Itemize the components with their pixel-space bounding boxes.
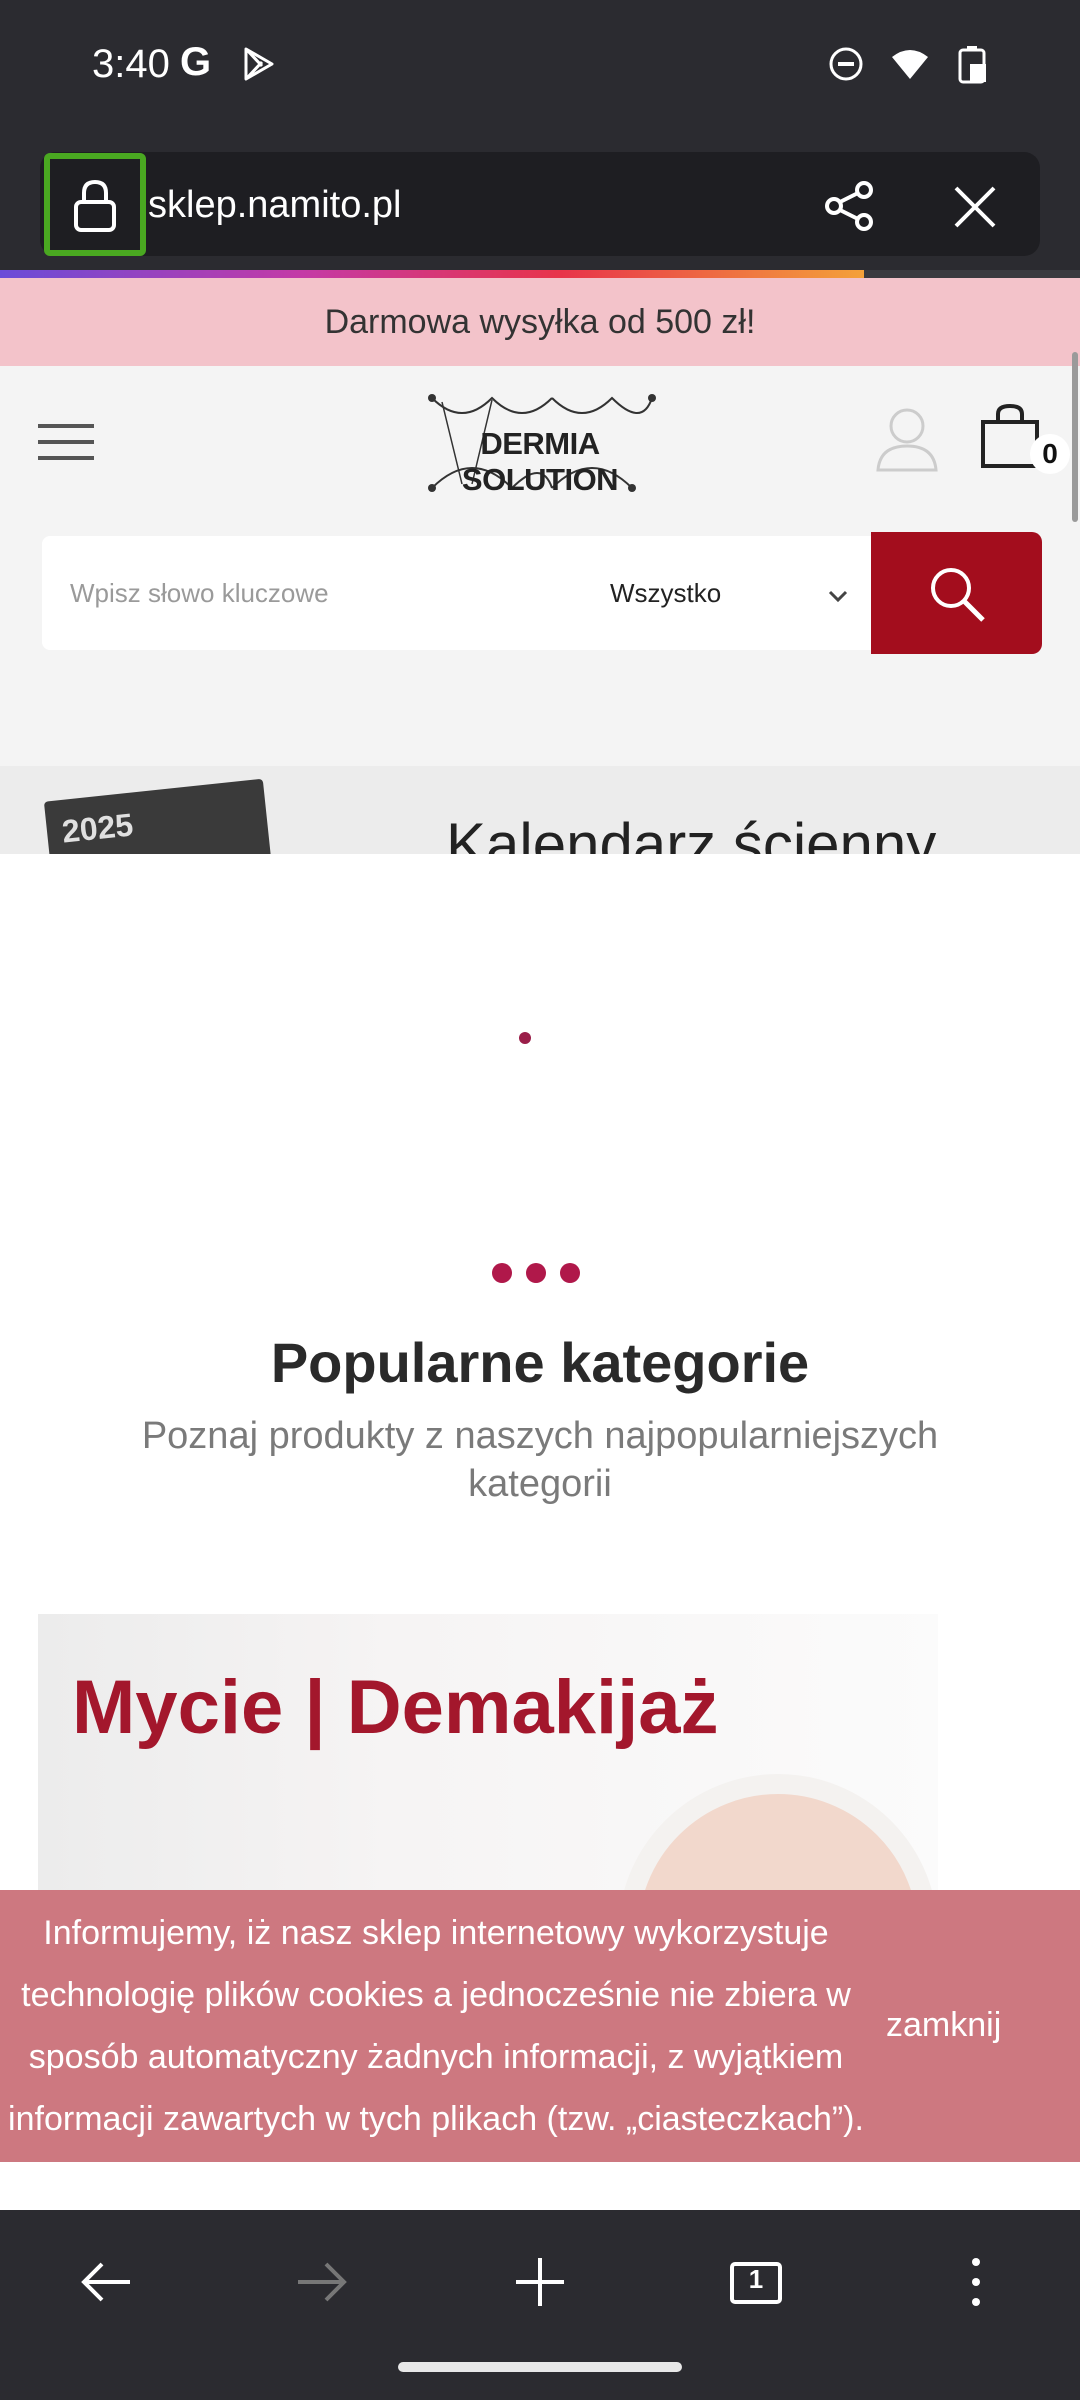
url-text[interactable]: sklep.namito.pl	[148, 184, 401, 227]
tab-count: 1	[748, 2264, 764, 2294]
search-category-select[interactable]: Wszystko	[610, 578, 721, 609]
section-title: Popularne kategorie	[270, 1331, 810, 1394]
battery-icon	[958, 46, 986, 84]
google-icon: G	[180, 40, 212, 84]
category-card-label: Mycie | Demakijaż	[72, 1665, 719, 1750]
site-header: DERMIA SOLUTION 0 Wszystko 2025	[0, 366, 1080, 854]
dot-icon	[492, 1263, 512, 1283]
dot-icon	[560, 1263, 580, 1283]
loading-spinner	[519, 1032, 531, 1044]
cart-count-badge: 0	[1030, 434, 1070, 474]
page-load-progress-track	[864, 270, 1080, 278]
search-button[interactable]	[871, 532, 1042, 654]
lock-icon[interactable]	[70, 178, 120, 234]
logo-text: DERMIA SOLUTION	[461, 426, 619, 497]
user-account-icon[interactable]	[872, 404, 942, 474]
page-scrollbar[interactable]	[1072, 352, 1078, 522]
banner-title: Kalendarz ścienny	[446, 811, 937, 854]
site-logo[interactable]: DERMIA SOLUTION	[402, 388, 678, 498]
more-icon[interactable]	[944, 2250, 1008, 2314]
wifi-icon	[892, 50, 928, 79]
forward-icon[interactable]	[290, 2250, 354, 2314]
promo-banner: Darmowa wysyłka od 500 zł!	[0, 278, 1080, 366]
hamburger-menu-icon[interactable]	[38, 422, 94, 462]
status-time: 3:40	[92, 42, 170, 86]
status-bar: 3:40 G	[0, 0, 1080, 140]
search-input[interactable]	[70, 536, 590, 650]
cookie-notice: Informujemy, iż nasz sklep internetowy w…	[0, 1890, 1080, 2162]
category-card[interactable]: Mycie | Demakijaż	[38, 1614, 938, 1914]
close-icon[interactable]	[950, 182, 1000, 232]
back-icon[interactable]	[74, 2250, 138, 2314]
share-icon[interactable]	[824, 180, 876, 232]
cookie-text: Informujemy, iż nasz sklep internetowy w…	[8, 1914, 864, 2138]
chevron-down-icon[interactable]	[826, 584, 850, 608]
new-tab-icon[interactable]	[508, 2250, 572, 2314]
search-icon	[931, 568, 985, 622]
calendar-year: 2025	[60, 806, 135, 850]
section-dots	[492, 1263, 580, 1283]
tab-switcher-icon[interactable]: 1	[724, 2250, 788, 2314]
section-subtitle: Poznaj produkty z naszych najpopularniej…	[141, 1415, 939, 1505]
play-store-icon	[244, 47, 274, 81]
status-icons	[828, 44, 990, 84]
page-load-progress	[0, 270, 864, 278]
dnd-icon	[829, 47, 863, 81]
search-box: Wszystko	[42, 536, 872, 650]
calendar-banner[interactable]: 2025 Kalendarz ścienny	[0, 766, 1080, 854]
home-indicator[interactable]	[398, 2362, 682, 2372]
cookie-close-button[interactable]: zamknij	[886, 2006, 1001, 2045]
dot-icon	[526, 1263, 546, 1283]
